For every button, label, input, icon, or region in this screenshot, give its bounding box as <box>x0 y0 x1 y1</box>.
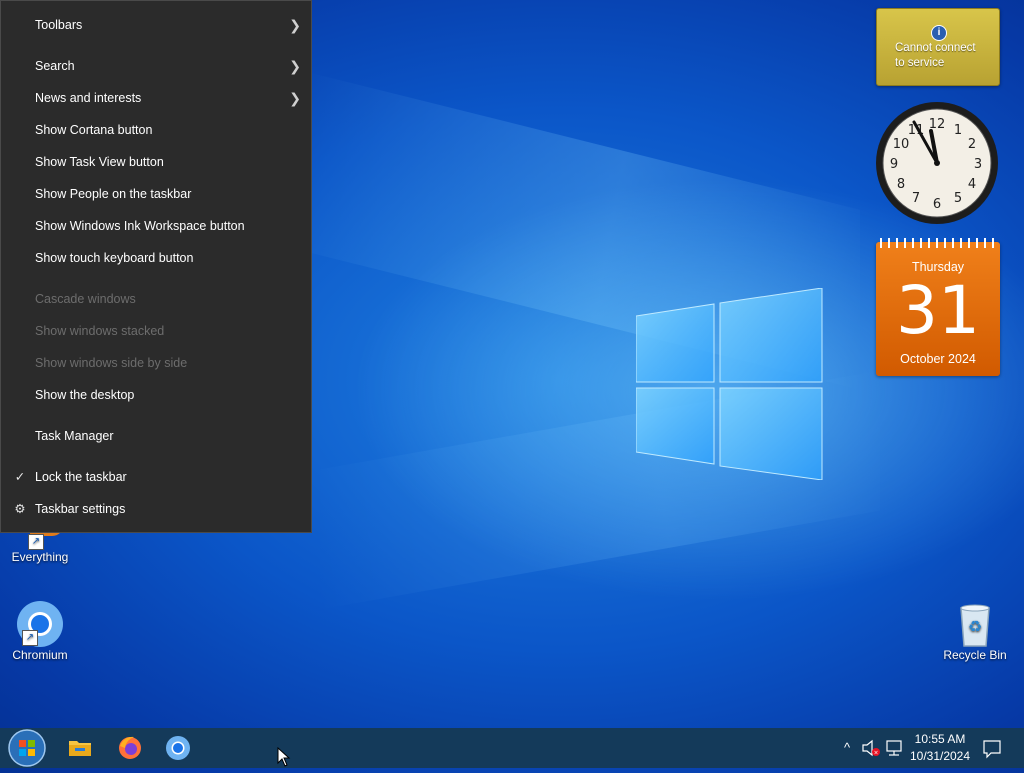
show-hidden-icons-button[interactable]: ^ <box>838 728 856 768</box>
firefox-button[interactable] <box>110 728 150 768</box>
desktop-icon-label: Recycle Bin <box>943 648 1007 662</box>
taskbar-context-menu: Toolbars ❯ Search ❯ News and interests ❯… <box>0 0 312 533</box>
menu-item-search[interactable]: Search ❯ <box>1 51 311 81</box>
svg-text:3: 3 <box>974 157 982 172</box>
calendar-gadget[interactable]: Thursday 31 October 2024 <box>876 238 1000 376</box>
start-button[interactable] <box>4 728 50 768</box>
menu-item-show-windows-side-by-side: Show windows side by side <box>35 356 188 370</box>
svg-text:6: 6 <box>933 197 941 212</box>
menu-item-news-and-interests[interactable]: News and interests ❯ <box>1 83 311 113</box>
svg-text:7: 7 <box>912 191 920 206</box>
taskbar-date: 10/31/2024 <box>909 749 971 763</box>
calendar-rings <box>880 238 996 248</box>
desktop-icon-recycle-bin[interactable]: ♻ Recycle Bin <box>935 600 1015 662</box>
recycle-bin-icon: ♻ <box>951 600 999 648</box>
taskbar-clock[interactable]: 10:55 AM 10/31/2024 <box>900 731 980 765</box>
windows-logo-icon <box>8 729 46 767</box>
mouse-cursor-icon <box>277 747 291 767</box>
weather-message: Cannot connect to service <box>895 42 976 69</box>
checkmark-icon: ✓ <box>14 470 26 484</box>
desktop-icon-label: Chromium <box>12 648 68 662</box>
svg-text:1: 1 <box>954 123 962 138</box>
menu-item-task-manager[interactable]: Task Manager <box>1 421 311 451</box>
menu-item-show-task-view-button[interactable]: Show Task View button <box>1 147 311 177</box>
svg-text:×: × <box>873 750 878 757</box>
clock-gadget[interactable]: 12 1 2 3 4 5 6 7 8 9 10 11 <box>874 100 1000 226</box>
folder-icon <box>69 741 91 756</box>
info-icon: i <box>931 25 947 41</box>
desktop-icon-label: Everything <box>11 550 69 564</box>
svg-text:8: 8 <box>897 177 905 192</box>
taskbar: ^ × 10:55 AM 10/31/2024 <box>0 728 1024 768</box>
chevron-right-icon: ❯ <box>289 90 301 106</box>
shortcut-arrow-icon: ↗ <box>28 534 44 550</box>
menu-item-show-windows-stacked: Show windows stacked <box>35 324 165 338</box>
chevron-right-icon: ❯ <box>289 17 301 33</box>
taskbar-time: 10:55 AM <box>914 732 966 746</box>
gear-icon: ⚙ <box>14 502 26 516</box>
file-explorer-button[interactable] <box>60 728 100 768</box>
menu-item-lock-the-taskbar[interactable]: ✓ Lock the taskbar <box>1 462 311 492</box>
menu-item-toolbars[interactable]: Toolbars ❯ <box>1 10 311 40</box>
svg-text:5: 5 <box>954 191 962 206</box>
volume-muted-icon[interactable]: × <box>860 728 882 768</box>
chevron-right-icon: ❯ <box>289 58 301 74</box>
calendar-day-number: 31 <box>896 272 980 349</box>
svg-text:10: 10 <box>893 137 910 152</box>
action-center-button[interactable] <box>980 728 1004 768</box>
chromium-icon: ↗ <box>16 600 64 648</box>
firefox-icon <box>119 736 141 759</box>
menu-item-show-people[interactable]: Show People on the taskbar <box>1 179 311 209</box>
chromium-taskbar-button[interactable] <box>158 728 198 768</box>
svg-text:4: 4 <box>968 177 976 192</box>
menu-item-show-cortana-button[interactable]: Show Cortana button <box>1 115 311 145</box>
svg-text:9: 9 <box>890 157 898 172</box>
menu-item-show-windows-ink[interactable]: Show Windows Ink Workspace button <box>1 211 311 241</box>
notification-icon <box>983 740 1001 759</box>
menu-item-taskbar-settings[interactable]: ⚙ Taskbar settings <box>1 494 311 524</box>
menu-item-show-touch-keyboard[interactable]: Show touch keyboard button <box>1 243 311 273</box>
menu-item-cascade-windows: Cascade windows <box>35 292 136 306</box>
calendar-month-year: October 2024 <box>900 352 976 366</box>
weather-gadget[interactable]: i Cannot connect to service <box>876 8 1000 86</box>
svg-text:♻: ♻ <box>968 617 982 636</box>
chromium-icon <box>166 736 190 760</box>
desktop-icon-chromium[interactable]: ↗ Chromium <box>0 600 80 662</box>
menu-item-show-the-desktop[interactable]: Show the desktop <box>1 380 311 410</box>
svg-text:2: 2 <box>968 137 976 152</box>
shortcut-arrow-icon: ↗ <box>22 630 38 646</box>
wallpaper-windows-logo <box>636 288 823 480</box>
